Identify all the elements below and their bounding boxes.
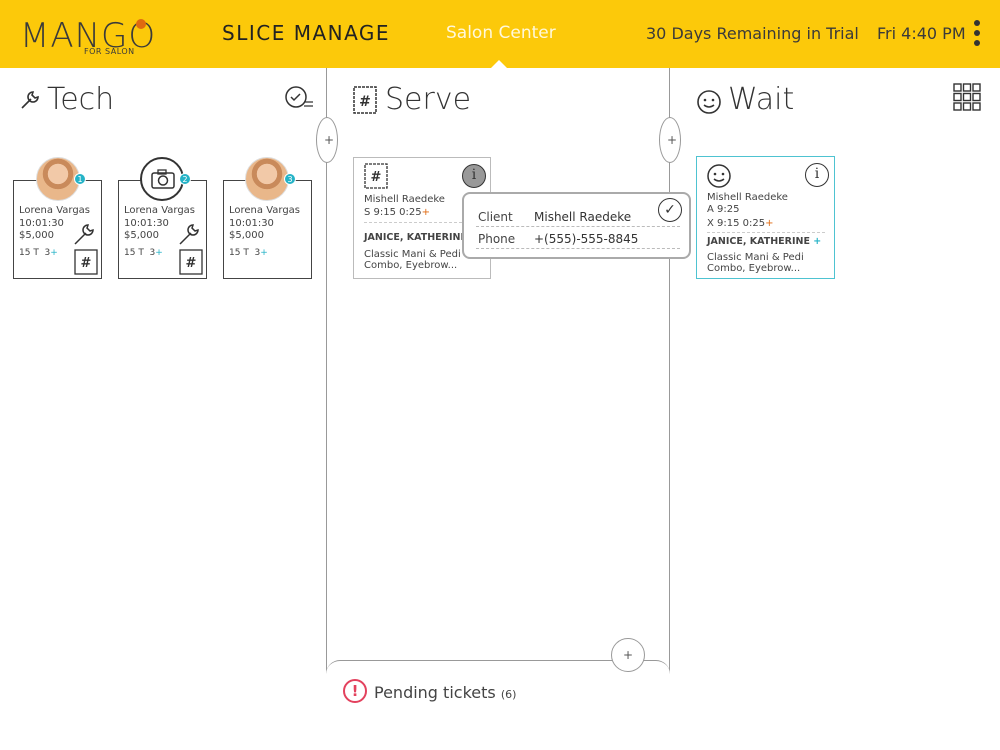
tech-turns: 15 T 3+ bbox=[124, 248, 163, 258]
active-nav-caret bbox=[490, 60, 508, 69]
tech-money: $5,000 bbox=[19, 230, 54, 241]
tech-turns: 15 T 3+ bbox=[229, 248, 268, 258]
camera-avatar[interactable] bbox=[140, 157, 184, 201]
camera-icon bbox=[151, 169, 175, 189]
clock: Fri 4:40 PM bbox=[877, 24, 966, 43]
popup-phone-row: Phone +(555)-555-8845 bbox=[476, 228, 682, 250]
ticket-client: Mishell Raedeke bbox=[364, 194, 445, 205]
add-serve-icon[interactable]: + bbox=[667, 133, 677, 147]
tech-serve-divider bbox=[326, 68, 327, 710]
top-bar: MANGO FOR SALON SLICE MANAGE Salon Cente… bbox=[0, 0, 1000, 68]
tech-name: Lorena Vargas bbox=[124, 205, 196, 216]
queue-badge: 2 bbox=[179, 173, 191, 185]
ticket-service: Classic Mani & Pedi bbox=[364, 249, 461, 260]
grid-view-icon[interactable] bbox=[953, 83, 981, 111]
svg-text:#: # bbox=[186, 256, 197, 271]
wrench-icon bbox=[21, 91, 39, 109]
popup-client-value: Mishell Raedeke bbox=[534, 210, 632, 224]
ticket-icon: # bbox=[353, 86, 377, 114]
serve-column-title: Serve bbox=[385, 82, 472, 117]
alert-icon: ! bbox=[343, 679, 367, 703]
tech-turns: 15 T 3+ bbox=[19, 248, 58, 258]
svg-text:#: # bbox=[371, 170, 382, 185]
ticket-icon[interactable]: # bbox=[179, 249, 203, 275]
info-button[interactable]: i bbox=[805, 163, 829, 187]
queue-badge: 3 bbox=[284, 173, 296, 185]
wrench-icon bbox=[74, 224, 94, 245]
tech-name: Lorena Vargas bbox=[229, 205, 301, 216]
tech-money: $5,000 bbox=[124, 230, 159, 241]
pending-count: (6) bbox=[500, 688, 517, 701]
wait-ticket[interactable]: i Mishell Raedeke A 9:25 X 9:15 0:25+ JA… bbox=[696, 156, 835, 279]
queue-badge: 1 bbox=[74, 173, 86, 185]
add-tech-icon[interactable]: + bbox=[324, 133, 334, 147]
ticket-arrived: A 9:25 bbox=[707, 204, 740, 215]
add-pending-icon[interactable]: + bbox=[623, 648, 633, 662]
wait-column-title: Wait bbox=[728, 82, 795, 117]
wrench-icon bbox=[179, 224, 199, 245]
nav-slice-manage[interactable]: SLICE MANAGE bbox=[222, 21, 390, 45]
popup-phone-label: Phone bbox=[478, 232, 516, 246]
ticket-separator bbox=[707, 232, 825, 233]
more-menu-icon[interactable] bbox=[973, 20, 981, 50]
mango-logo[interactable]: MANGO FOR SALON bbox=[20, 14, 155, 60]
ticket-times: S 9:15 0:25+ bbox=[364, 207, 431, 218]
popup-separator bbox=[476, 226, 680, 227]
clock-switch-icon[interactable] bbox=[284, 84, 314, 112]
ticket-service: Combo, Eyebrow... bbox=[707, 263, 801, 274]
svg-text:#: # bbox=[359, 94, 371, 110]
logo-mango-icon bbox=[136, 19, 146, 29]
smiley-icon bbox=[707, 164, 731, 188]
ticket-service: Combo, Eyebrow... bbox=[364, 260, 458, 271]
avatar[interactable] bbox=[245, 157, 289, 201]
ticket-tech: JANICE, KATHERINE + bbox=[707, 236, 822, 247]
tech-money: $5,000 bbox=[229, 230, 264, 241]
trial-status[interactable]: 30 Days Remaining in Trial bbox=[646, 24, 859, 43]
nav-salon-center[interactable]: Salon Center bbox=[446, 23, 556, 43]
svg-text:#: # bbox=[81, 256, 92, 271]
smiley-icon bbox=[697, 90, 721, 114]
ticket-tech: JANICE, KATHERINE bbox=[364, 232, 467, 243]
ticket-times: X 9:15 0:25+ bbox=[707, 218, 774, 229]
popup-separator bbox=[476, 248, 680, 249]
popup-client-row: Client Mishell Raedeke bbox=[476, 206, 682, 228]
tech-time: 10:01:30 bbox=[124, 218, 169, 229]
tech-name: Lorena Vargas bbox=[19, 205, 91, 216]
confirm-check-icon[interactable]: ✓ bbox=[658, 198, 682, 222]
tech-time: 10:01:30 bbox=[229, 218, 274, 229]
popup-phone-value[interactable]: +(555)-555-8845 bbox=[534, 232, 638, 246]
ticket-icon[interactable]: # bbox=[74, 249, 98, 275]
ticket-icon: # bbox=[364, 163, 388, 189]
serve-wait-divider bbox=[669, 68, 670, 710]
tech-column-title: Tech bbox=[47, 82, 115, 117]
logo-subtitle: FOR SALON bbox=[84, 47, 135, 56]
tech-time: 10:01:30 bbox=[19, 218, 64, 229]
info-button[interactable]: i bbox=[462, 164, 486, 188]
ticket-service: Classic Mani & Pedi bbox=[707, 252, 804, 263]
ticket-client: Mishell Raedeke bbox=[707, 192, 788, 203]
client-info-popup: Client Mishell Raedeke Phone +(555)-555-… bbox=[462, 192, 691, 259]
popup-client-label: Client bbox=[478, 210, 513, 224]
pending-tickets-label: Pending tickets (6) bbox=[374, 683, 517, 702]
